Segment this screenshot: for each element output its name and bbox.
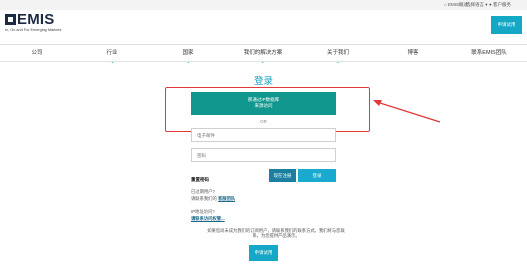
annotation-arrow-icon [373,100,441,123]
